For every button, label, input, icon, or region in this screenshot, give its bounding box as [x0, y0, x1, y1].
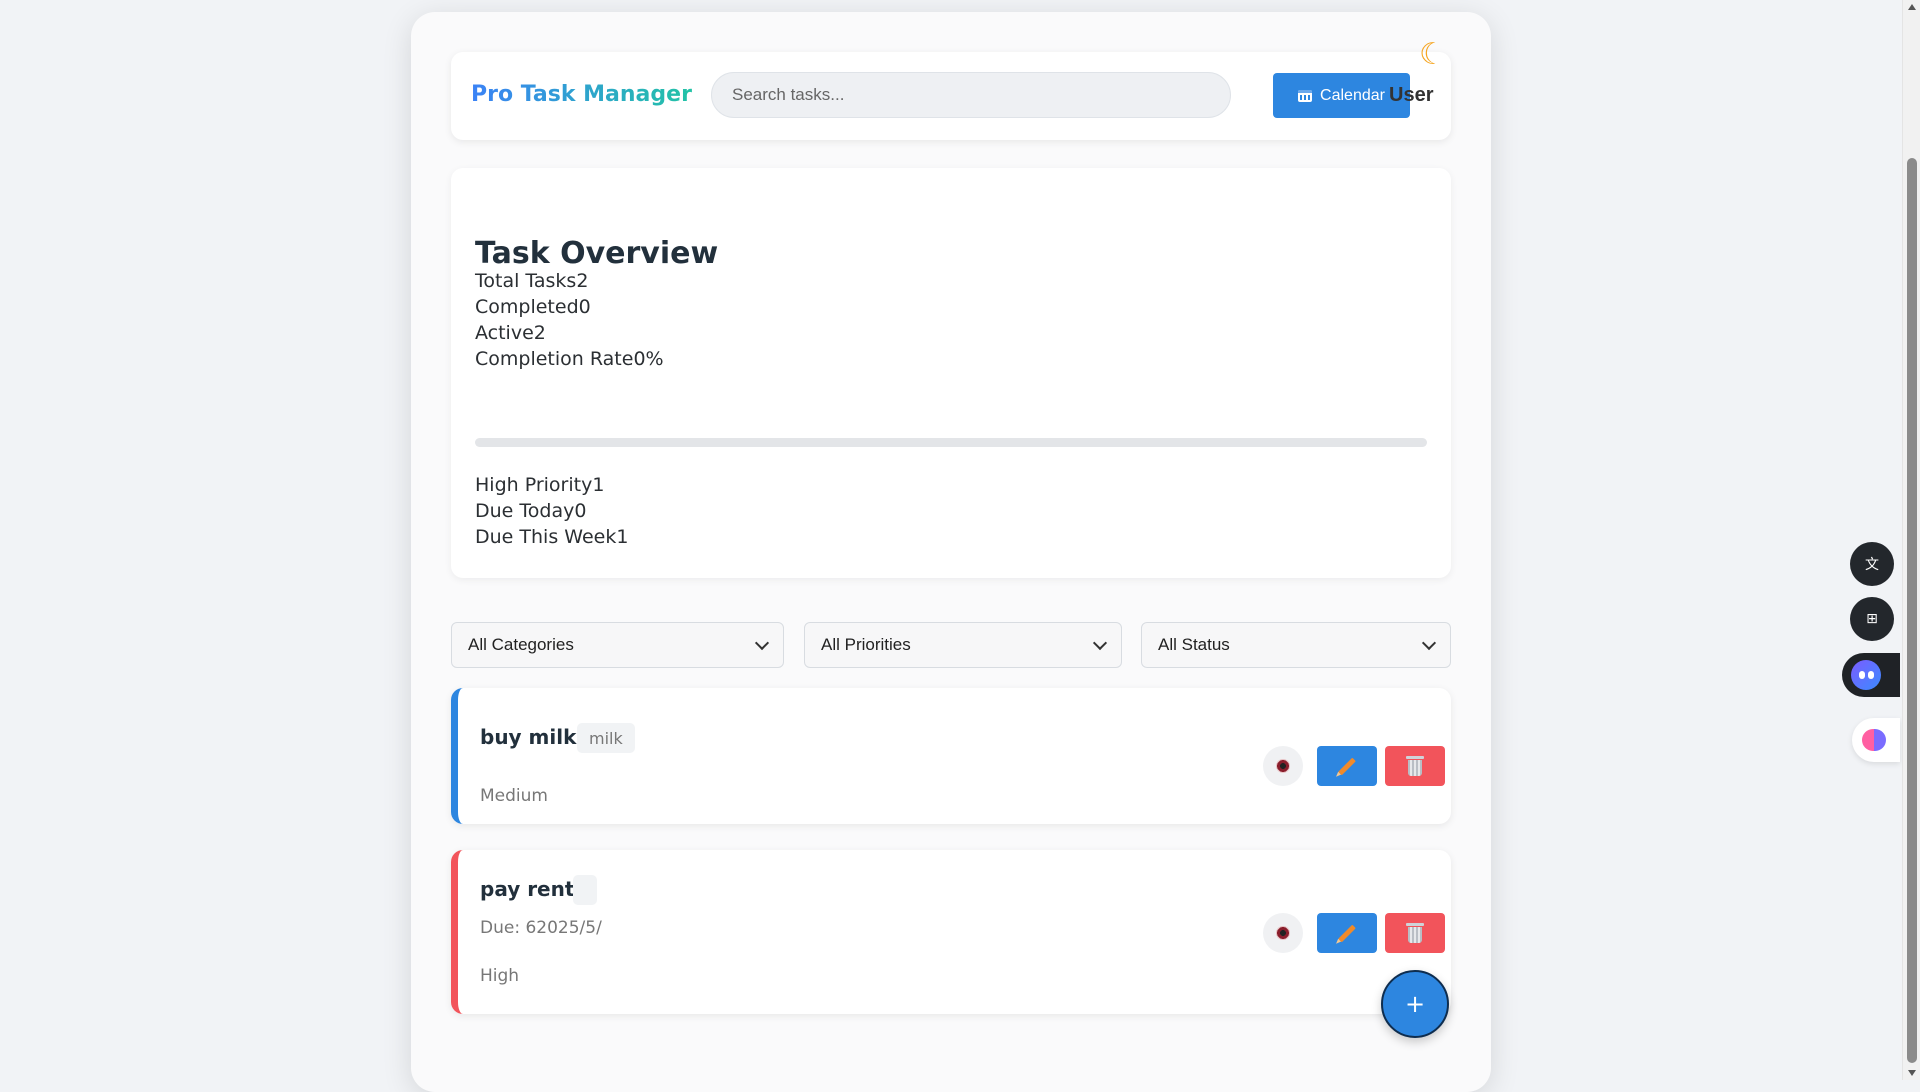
edit-task-button[interactable]: [1317, 746, 1377, 786]
status-filter-select[interactable]: All Status: [1141, 622, 1451, 668]
priority-filter-select[interactable]: All Priorities: [804, 622, 1122, 668]
task-card[interactable]: buy milk milk Medium: [451, 688, 1451, 824]
task-tag: milk: [577, 723, 635, 753]
overview-title: Task Overview: [475, 236, 719, 271]
view-task-button[interactable]: [1263, 913, 1303, 953]
apps-grid-icon[interactable]: ⊞: [1850, 597, 1894, 641]
delete-task-button[interactable]: [1385, 746, 1445, 786]
calendar-button-label: Calendar: [1320, 86, 1385, 104]
pencil-icon: [1338, 924, 1356, 942]
brain-icon: [1862, 729, 1886, 751]
chevron-down-icon: [754, 635, 770, 651]
assistant-bot-button[interactable]: [1842, 653, 1900, 697]
stat-completed: Completed0: [475, 296, 591, 318]
stat-total-tasks: Total Tasks2: [475, 270, 589, 292]
scroll-up-icon[interactable]: [1908, 4, 1916, 10]
theme-toggle-moon-icon[interactable]: ☾: [1419, 40, 1446, 70]
brain-extension-button[interactable]: [1852, 718, 1900, 762]
translate-icon[interactable]: 文: [1850, 542, 1894, 586]
header-bar: Pro Task Manager Calendar User: [451, 52, 1451, 140]
priority-filter-value: All Priorities: [821, 635, 911, 654]
search-input[interactable]: [711, 72, 1231, 118]
chevron-down-icon: [1092, 635, 1108, 651]
stat-completion-rate: Completion Rate0%: [475, 348, 664, 370]
task-title: pay rent: [480, 877, 575, 901]
task-priority: Medium: [480, 786, 548, 806]
view-task-button[interactable]: [1263, 746, 1303, 786]
stat-active: Active2: [475, 322, 546, 344]
bot-icon: [1851, 660, 1881, 690]
page-scrollbar[interactable]: [1902, 0, 1920, 1080]
task-card[interactable]: pay rent Due: 62025/5/ High: [451, 850, 1451, 1014]
stat-high-priority: High Priority1: [475, 474, 605, 496]
completion-progress-bar: [475, 438, 1427, 447]
add-task-fab[interactable]: +: [1381, 970, 1449, 1038]
eye-icon: [1276, 759, 1290, 773]
scroll-thumb[interactable]: [1907, 158, 1917, 1063]
stat-due-this-week: Due This Week1: [475, 526, 629, 548]
trash-icon: [1406, 756, 1424, 776]
trash-icon: [1406, 923, 1424, 943]
category-filter-value: All Categories: [468, 635, 574, 654]
app-container: Pro Task Manager Calendar User Task Over…: [411, 12, 1491, 1092]
edit-task-button[interactable]: [1317, 913, 1377, 953]
eye-icon: [1276, 926, 1290, 940]
task-overview-panel: Task Overview Total Tasks2 Completed0 Ac…: [451, 168, 1451, 578]
app-title: Pro Task Manager: [471, 82, 692, 107]
task-title: buy milk: [480, 725, 577, 749]
status-filter-value: All Status: [1158, 635, 1230, 654]
chevron-down-icon: [1421, 635, 1437, 651]
user-menu[interactable]: User: [1389, 84, 1433, 107]
scroll-down-icon[interactable]: [1908, 1070, 1916, 1076]
delete-task-button[interactable]: [1385, 913, 1445, 953]
pencil-icon: [1338, 757, 1356, 775]
task-tag: [573, 875, 597, 905]
calendar-icon: [1298, 89, 1313, 102]
stat-due-today: Due Today0: [475, 500, 587, 522]
task-due-date: Due: 62025/5/: [480, 918, 602, 938]
category-filter-select[interactable]: All Categories: [451, 622, 784, 668]
task-priority: High: [480, 966, 520, 986]
